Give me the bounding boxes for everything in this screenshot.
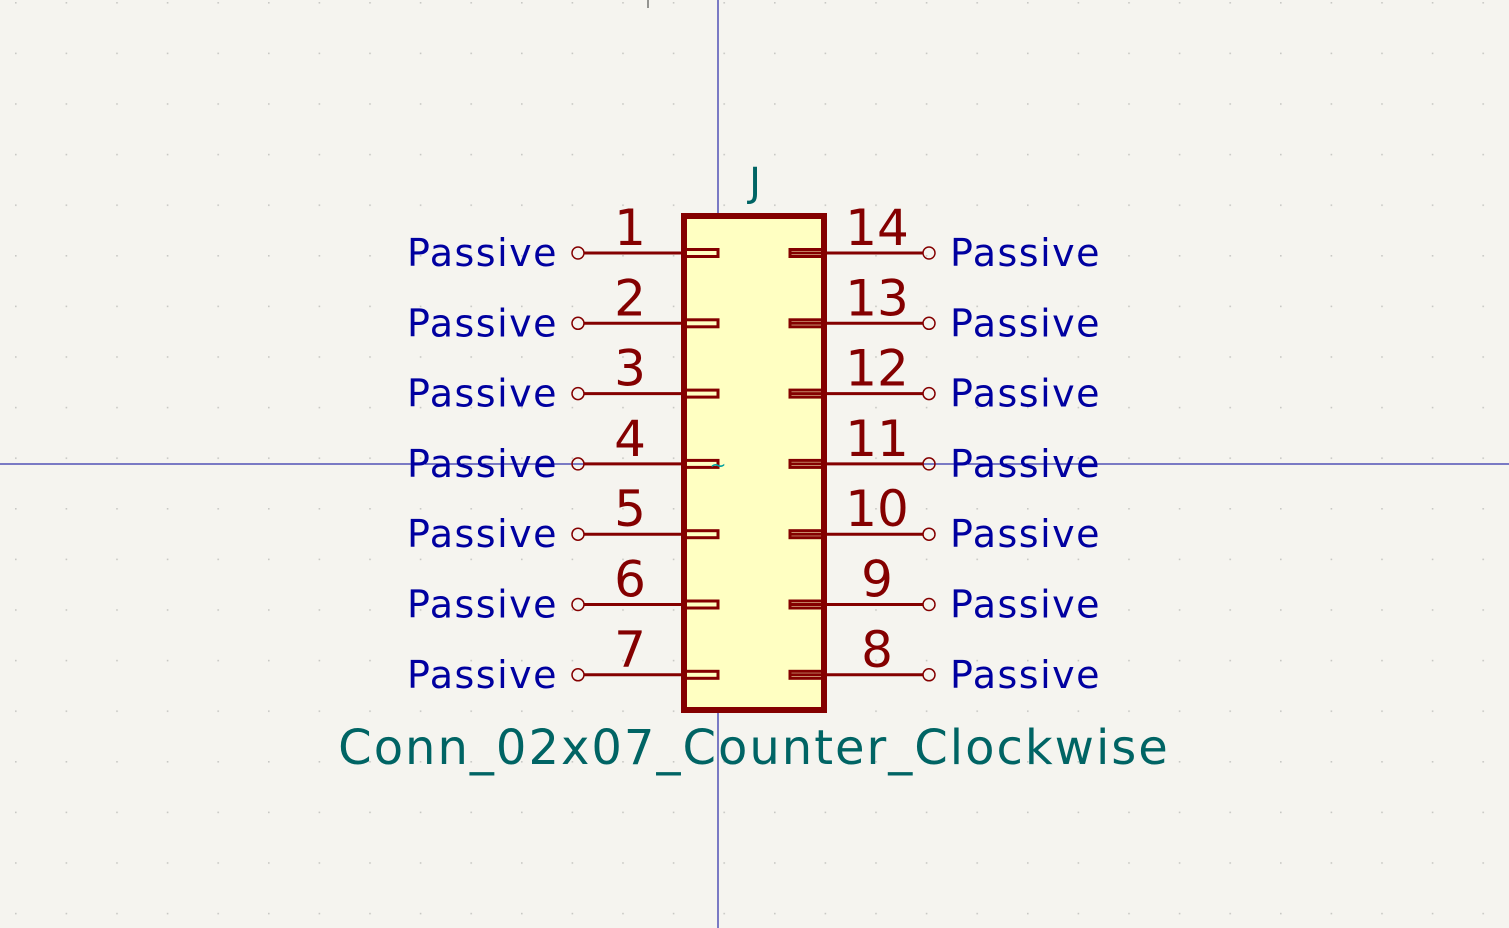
reference-designator[interactable]: J <box>746 160 761 206</box>
pin-number: 11 <box>845 410 909 468</box>
pin-number: 3 <box>614 340 646 398</box>
pin-number: 9 <box>861 551 893 609</box>
pin-type-label: Passive <box>407 231 558 275</box>
pin-type-label: Passive <box>407 583 558 627</box>
pin-type-label: Passive <box>407 512 558 556</box>
pin-number: 5 <box>614 480 646 538</box>
symbol-value-name[interactable]: Conn_02x07_Counter_Clockwise <box>338 720 1170 776</box>
pin-number: 4 <box>614 410 646 468</box>
pin-type-label: Passive <box>950 512 1101 556</box>
pin-type-label: Passive <box>950 442 1101 486</box>
pin-number: 10 <box>845 480 909 538</box>
pin-type-label: Passive <box>950 653 1101 697</box>
pin-number: 14 <box>845 199 909 257</box>
pin-number: 1 <box>614 199 646 257</box>
pin-type-label: Passive <box>950 301 1101 345</box>
pin-type-label: Passive <box>407 653 558 697</box>
pin-type-label: Passive <box>950 231 1101 275</box>
pin-number: 8 <box>861 621 893 679</box>
pin-type-label: Passive <box>950 372 1101 416</box>
pin-type-label: Passive <box>407 372 558 416</box>
pin-number: 6 <box>614 551 646 609</box>
pin-type-label: Passive <box>407 442 558 486</box>
schematic-canvas[interactable]: 1 Passive 2 Passive 3 Passive 4 Passive 5 Passive… <box>0 0 1509 928</box>
pin-number: 2 <box>614 269 646 327</box>
pin-type-label: Passive <box>950 583 1101 627</box>
anchor-marker: ~ <box>710 453 727 477</box>
pin-number: 12 <box>845 340 909 398</box>
pin-number: 7 <box>614 621 646 679</box>
pin-type-label: Passive <box>407 301 558 345</box>
pin-number: 13 <box>845 269 909 327</box>
